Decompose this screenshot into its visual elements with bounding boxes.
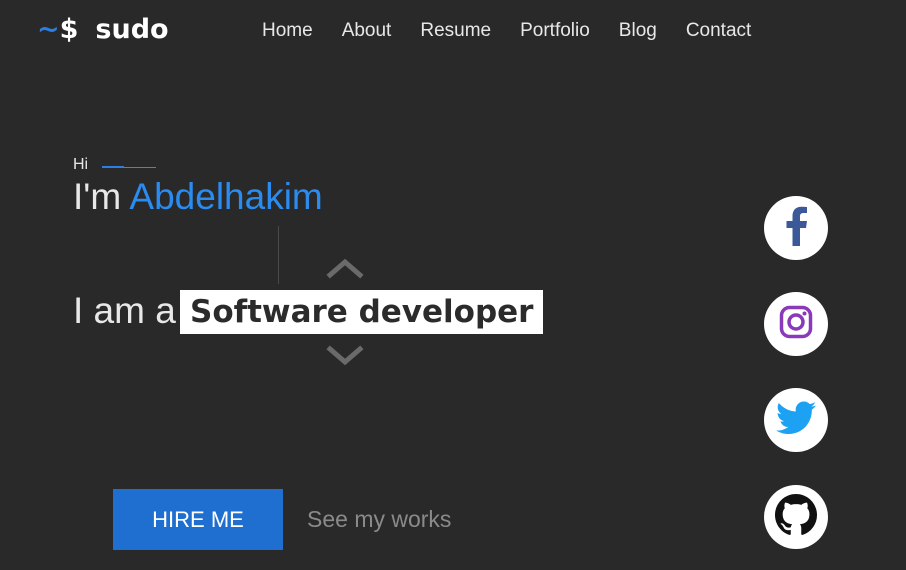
intro-prefix: I'm [73, 176, 122, 217]
role-text: Software developer [180, 290, 544, 334]
nav-about[interactable]: About [342, 20, 392, 42]
facebook-link[interactable] [764, 196, 828, 260]
logo-name: sudo [95, 14, 169, 45]
instagram-link[interactable] [764, 292, 828, 356]
logo-dollar: $ [59, 14, 79, 45]
hire-me-button[interactable]: HIRE ME [113, 489, 283, 550]
role-prefix: I am a [73, 290, 176, 331]
greeting-row: Hi [73, 156, 157, 174]
intro-heading: I'm Abdelhakim [73, 176, 323, 218]
logo[interactable]: ~ $ sudo [37, 14, 169, 45]
twitter-link[interactable] [764, 388, 828, 452]
greeting-line [102, 165, 157, 168]
instagram-icon [779, 305, 813, 344]
facebook-icon [783, 206, 809, 251]
github-link[interactable] [764, 485, 828, 549]
greeting: Hi [73, 156, 89, 173]
vertical-divider [278, 226, 279, 284]
see-works-link[interactable]: See my works [307, 506, 451, 533]
main-nav: Home About Resume Portfolio Blog Contact [262, 20, 780, 42]
intro-name: Abdelhakim [129, 176, 323, 217]
nav-contact[interactable]: Contact [686, 20, 751, 42]
twitter-icon [776, 401, 816, 440]
page: ~ $ sudo Home About Resume Portfolio Blo… [0, 0, 906, 570]
chevron-up-icon[interactable] [326, 257, 364, 279]
nav-resume[interactable]: Resume [420, 20, 491, 42]
chevron-down-icon[interactable] [326, 345, 364, 367]
nav-portfolio[interactable]: Portfolio [520, 20, 590, 42]
github-icon [775, 493, 817, 541]
logo-tilde: ~ [37, 14, 60, 45]
nav-blog[interactable]: Blog [619, 20, 657, 42]
nav-home[interactable]: Home [262, 20, 313, 42]
